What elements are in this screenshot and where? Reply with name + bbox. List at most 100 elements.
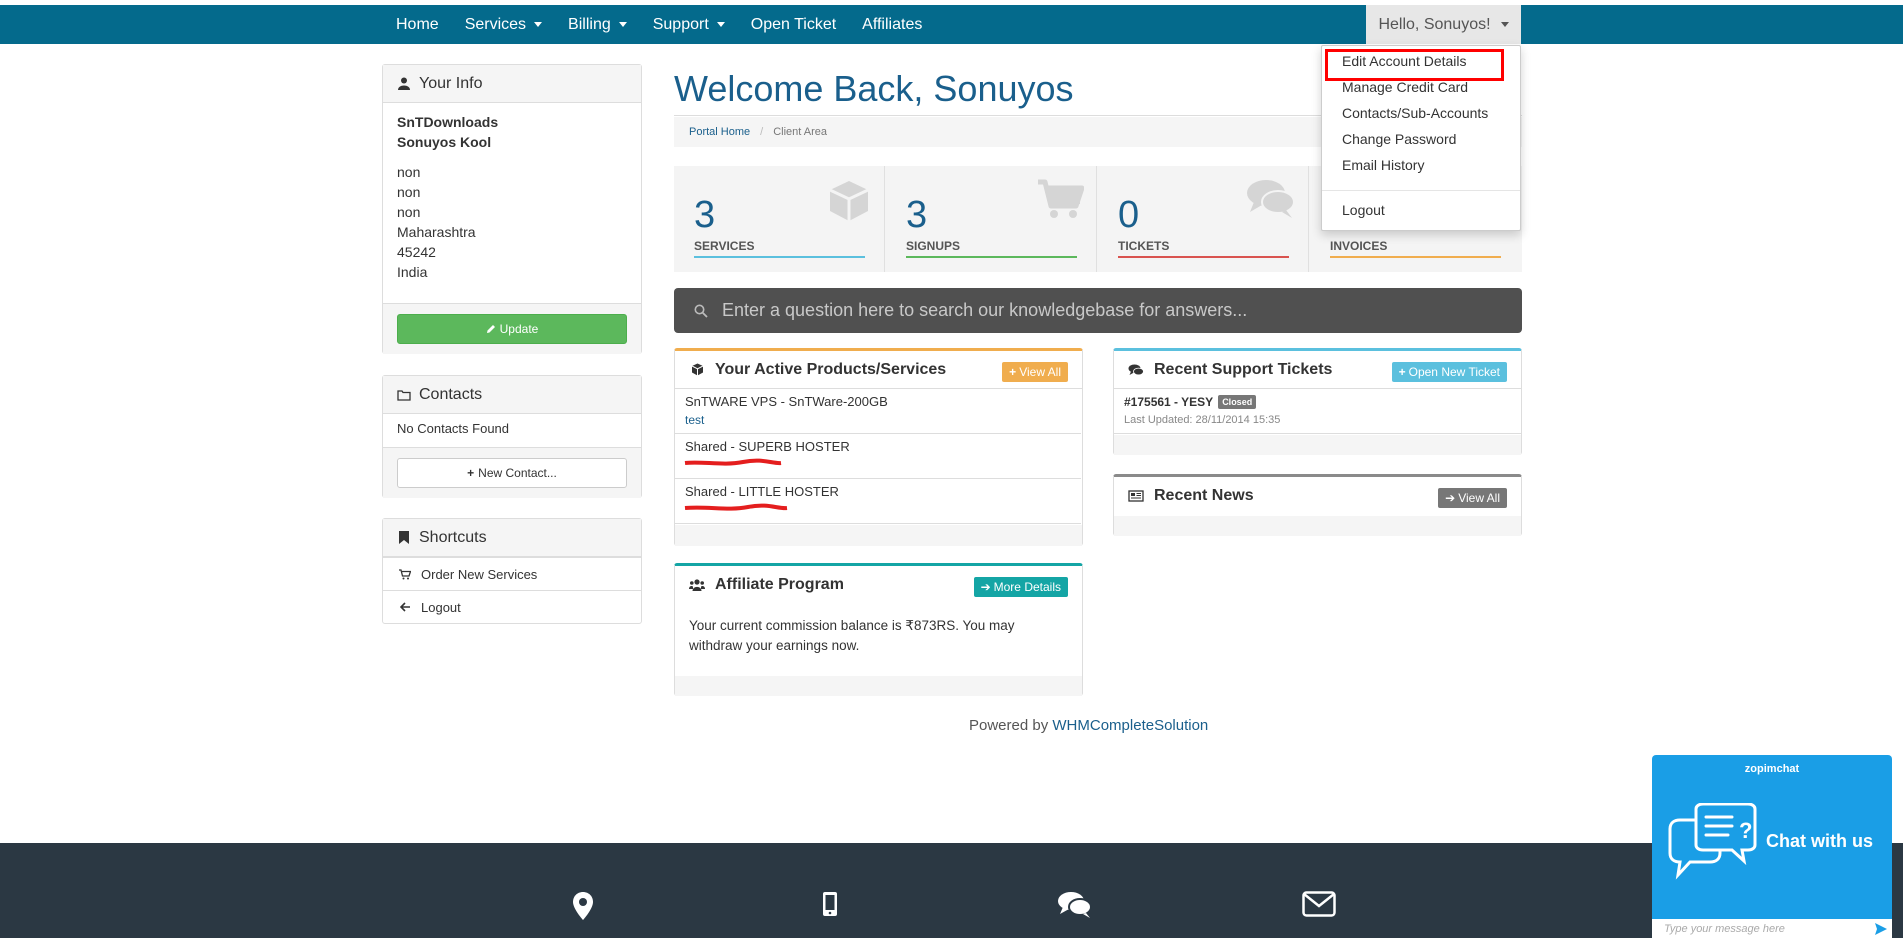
pencil-icon [486,325,495,333]
address-postcode: 45242 [397,244,436,260]
stat-value: 0 [1118,194,1140,236]
nav-services-label: Services [464,15,527,33]
redaction-scribble [684,503,788,511]
users-icon [689,579,705,591]
stat-label: SERVICES [694,239,755,253]
powered-by-prefix: Powered by [969,717,1049,734]
address-line: non [397,184,421,200]
stat-bar [694,256,865,258]
breadcrumb-portal-home[interactable]: Portal Home [689,126,750,138]
products-panel-footer [675,525,1082,546]
arrow-right-icon: ➔ [980,580,991,594]
client-name: Sonuyos Kool [397,134,492,150]
nav-services[interactable]: Services [452,5,555,44]
affiliate-panel: Affiliate Program ➔ More Details Your cu… [674,563,1083,696]
shortcut-logout[interactable]: Logout [383,590,641,623]
new-contact-label: New Contact... [478,466,557,480]
new-contact-button[interactable]: + New Contact... [397,458,627,488]
chat-bubble-icon: ? [1668,803,1757,880]
nav-open-ticket[interactable]: Open Ticket [738,5,849,44]
stat-label: INVOICES [1330,239,1388,253]
support-tickets-panel: Recent Support Tickets + Open New Ticket… [1113,348,1522,455]
your-info-header: Your Info [383,65,641,103]
affiliate-header: Affiliate Program ➔ More Details [675,566,1082,604]
stat-tickets[interactable]: 0 TICKETS [1098,166,1309,272]
product-name: SnTWARE VPS - SnTWare-200GB [685,394,888,409]
address-line: non [397,204,421,220]
breadcrumb-current: Client Area [773,126,828,138]
recent-news-header: Recent News ➔ View All [1114,477,1521,515]
menu-contacts-sub-accounts[interactable]: Contacts/Sub-Accounts [1342,105,1488,121]
nav-billing[interactable]: Billing [555,5,640,44]
user-dropdown-menu: Edit Account Details Manage Credit Card … [1321,45,1521,231]
nav-affiliates[interactable]: Affiliates [849,5,935,44]
shortcut-order-new-services[interactable]: Order New Services [383,557,641,590]
address-country: India [397,264,428,280]
view-all-label: View All [1458,491,1500,505]
menu-change-password[interactable]: Change Password [1342,131,1456,147]
address-state: Maharashtra [397,224,476,240]
nav-open-ticket-label: Open Ticket [750,15,837,33]
product-domain-link[interactable]: test [685,413,704,427]
shortcuts-header: Shortcuts [383,519,641,557]
menu-manage-credit-card[interactable]: Manage Credit Card [1342,79,1468,95]
menu-logout[interactable]: Logout [1342,202,1385,218]
nav-support[interactable]: Support [640,5,738,44]
update-button[interactable]: Update [397,314,627,344]
product-name: Shared - LITTLE HOSTER [685,484,839,499]
bookmark-icon [397,531,411,545]
caret-down-icon [618,22,627,27]
news-view-all-button[interactable]: ➔ View All [1438,488,1507,508]
product-name: Shared - SUPERB HOSTER [685,439,850,454]
recent-news-title: Recent News [1154,487,1254,504]
stat-bar [1118,256,1289,258]
zopim-chat-widget[interactable]: zopimchat ? Chat with us Type your messa… [1652,755,1892,938]
ticket-title: #175561 - YESY [1124,395,1214,409]
news-panel-footer [1114,516,1521,536]
ticket-title-line: #175561 - YESY Closed [1124,395,1257,409]
caret-down-icon [534,22,543,27]
company-name: SnTDownloads [397,114,499,130]
newspaper-icon [1128,490,1144,502]
product-row[interactable]: Shared - LITTLE HOSTER [675,479,1081,524]
address-line: non [397,164,421,180]
stat-value: 3 [906,194,928,236]
affiliate-more-details-button[interactable]: ➔ More Details [973,577,1068,597]
knowledgebase-search [674,288,1522,333]
active-products-panel: Your Active Products/Services + View All… [674,348,1083,546]
knowledgebase-search-input[interactable] [722,300,1502,321]
ticket-row[interactable]: #175561 - YESY Closed Last Updated: 28/1… [1114,389,1521,434]
active-products-title: Your Active Products/Services [715,360,947,378]
user-menu-toggle[interactable]: Hello, Sonuyos! [1366,5,1521,44]
stat-signups[interactable]: 3 SIGNUPS [886,166,1097,272]
shortcut-label: Logout [421,599,461,615]
zopim-message-input[interactable]: Type your message here [1652,919,1892,938]
menu-divider [1322,190,1520,191]
plus-icon: + [1398,365,1406,379]
ticket-status-badge: Closed [1218,395,1257,409]
nav-home[interactable]: Home [383,5,452,44]
contacts-panel: Contacts No Contacts Found + New Contact… [382,375,642,498]
menu-email-history[interactable]: Email History [1342,157,1424,173]
more-details-label: More Details [993,580,1061,594]
nav-menu: Home Services Billing Support Open Ticke… [383,5,935,44]
breadcrumb-separator: / [760,126,764,138]
product-row[interactable]: Shared - SUPERB HOSTER [675,434,1081,479]
stat-bar [906,256,1077,258]
products-view-all-button[interactable]: + View All [1002,362,1068,382]
zopim-logo: zopimchat [1744,763,1800,775]
send-icon[interactable] [1874,922,1888,936]
plus-icon: + [1009,365,1017,379]
open-new-ticket-button[interactable]: + Open New Ticket [1391,362,1507,382]
menu-edit-account-details[interactable]: Edit Account Details [1342,53,1467,69]
zopim-message: Chat with us [1766,831,1873,851]
folder-icon [397,388,411,402]
product-row[interactable]: SnTWARE VPS - SnTWare-200GB test [675,389,1081,434]
comments-icon [1128,364,1144,376]
powered-by-link[interactable]: WHMCompleteSolution [1052,717,1208,734]
arrow-right-icon: ➔ [1445,491,1456,505]
nav-home-label: Home [396,15,439,33]
shortcut-label: Order New Services [421,566,538,582]
contacts-title: Contacts [419,385,483,403]
stat-services[interactable]: 3 SERVICES [674,166,885,272]
